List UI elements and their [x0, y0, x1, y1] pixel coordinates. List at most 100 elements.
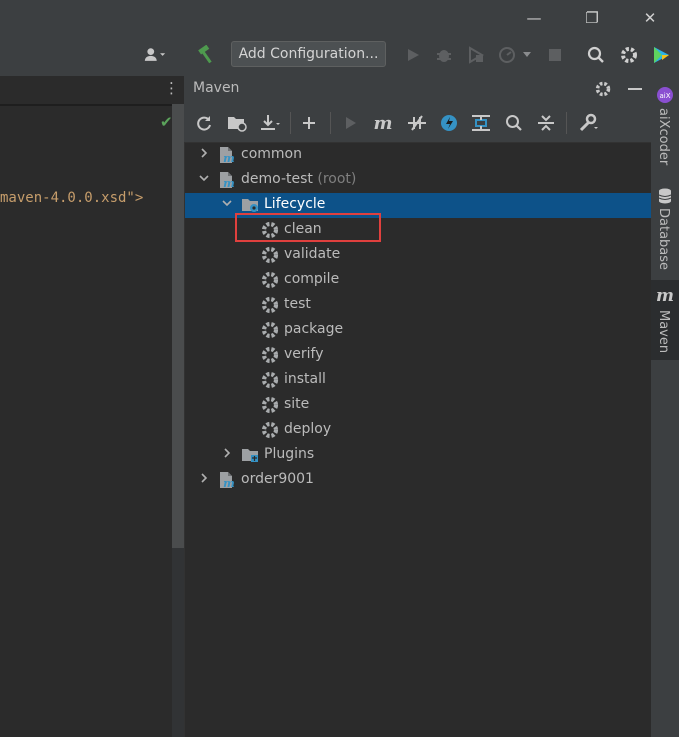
- goal-gear-icon: [261, 421, 279, 439]
- profile-icon[interactable]: [497, 44, 519, 66]
- stop-icon[interactable]: [544, 44, 566, 66]
- aixcoder-icon: aiX: [657, 87, 673, 103]
- tree-item-name: validate: [284, 246, 341, 262]
- maven-panel-title: Maven: [193, 80, 240, 96]
- maven-tab-icon[interactable]: m: [656, 286, 674, 306]
- svg-text:m: m: [223, 152, 235, 164]
- lifecycle-goal-row[interactable]: test: [185, 293, 651, 318]
- editor-scrollbar-track[interactable]: [172, 548, 184, 737]
- tree-item-name: deploy: [284, 421, 332, 437]
- maven-tab-label[interactable]: Maven: [656, 310, 671, 353]
- aixcoder-tab-label[interactable]: aiXcoder: [656, 108, 671, 165]
- lifecycle-goal-row[interactable]: site: [185, 393, 651, 418]
- run-maven-build-icon[interactable]: [340, 112, 362, 134]
- tree-item-label: compile: [284, 271, 339, 287]
- right-tool-window-bar: [651, 76, 679, 737]
- find-icon[interactable]: [503, 112, 525, 134]
- tree-item-label: test: [284, 296, 311, 312]
- tree-item-label: install: [284, 371, 326, 387]
- download-sources-icon[interactable]: [259, 112, 281, 134]
- tree-item-name: verify: [284, 346, 324, 362]
- plugins-folder-icon: [241, 446, 259, 464]
- editor-scrollbar-thumb[interactable]: [172, 104, 184, 548]
- maven-module-row[interactable]: m order9001: [185, 468, 651, 493]
- lifecycle-goal-row[interactable]: compile: [185, 268, 651, 293]
- maven-module-icon: m: [218, 146, 236, 165]
- chevron-down-icon[interactable]: [220, 197, 234, 213]
- add-configuration-button[interactable]: Add Configuration...: [231, 41, 386, 67]
- editor-area[interactable]: [0, 76, 172, 737]
- user-icon[interactable]: [144, 44, 166, 66]
- tree-item-name: package: [284, 321, 344, 337]
- tree-folder-row[interactable]: Plugins: [185, 443, 651, 468]
- title-bar: — ❐ ✕: [0, 0, 679, 36]
- tree-item-name: common: [241, 146, 302, 162]
- lifecycle-goal-row[interactable]: package: [185, 318, 651, 343]
- toolbar-separator: [566, 112, 567, 134]
- toolbar-separator: [290, 112, 291, 134]
- tree-item-name: compile: [284, 271, 340, 287]
- no-problems-check-icon: ✔: [160, 113, 173, 131]
- debug-icon[interactable]: [433, 44, 455, 66]
- chevron-right-icon[interactable]: [197, 147, 211, 163]
- tree-item-name: order9001: [241, 471, 314, 487]
- tree-item-label: deploy: [284, 421, 331, 437]
- svg-text:m: m: [223, 477, 235, 489]
- tree-item-name: install: [284, 371, 326, 387]
- maven-module-icon: m: [218, 171, 236, 190]
- maven-panel-header: [184, 76, 651, 104]
- tree-item-name: site: [284, 396, 310, 412]
- coverage-icon[interactable]: [465, 44, 487, 66]
- search-icon[interactable]: [585, 44, 607, 66]
- database-tab-label[interactable]: Database: [656, 208, 671, 270]
- editor-divider: [0, 104, 172, 106]
- tree-item-label: Lifecycle: [264, 196, 325, 212]
- maven-module-row[interactable]: m demo-test (root): [185, 168, 651, 193]
- tree-item-label: site: [284, 396, 309, 412]
- lifecycle-goal-row[interactable]: verify: [185, 343, 651, 368]
- settings-gear-icon[interactable]: [618, 44, 640, 66]
- lifecycle-goal-row[interactable]: install: [185, 368, 651, 393]
- reload-icon[interactable]: [193, 112, 215, 134]
- more-run-chevron-icon[interactable]: [520, 44, 534, 66]
- chevron-down-icon[interactable]: [197, 172, 211, 188]
- maven-module-row[interactable]: m common: [185, 143, 651, 168]
- lifecycle-goal-row[interactable]: validate: [185, 243, 651, 268]
- lifecycle-goal-row[interactable]: deploy: [185, 418, 651, 443]
- chevron-right-icon[interactable]: [220, 447, 234, 463]
- goal-gear-icon: [261, 321, 279, 339]
- more-options-icon[interactable]: ⋮: [164, 80, 179, 96]
- tree-item-name: Plugins: [264, 446, 315, 462]
- run-icon[interactable]: [402, 44, 424, 66]
- goal-gear-icon: [261, 271, 279, 289]
- maven-settings-wrench-icon[interactable]: [578, 112, 600, 134]
- svg-text:aiX: aiX: [659, 92, 670, 100]
- hide-panel-icon[interactable]: [624, 78, 646, 100]
- panel-settings-gear-icon[interactable]: [592, 78, 614, 100]
- build-hammer-icon[interactable]: [196, 44, 218, 66]
- collapse-all-icon[interactable]: [535, 112, 557, 134]
- tree-item-label: package: [284, 321, 343, 337]
- execute-maven-goal-icon[interactable]: m: [372, 112, 394, 134]
- plugin-logo-icon[interactable]: [650, 44, 672, 66]
- tree-item-label: common: [241, 146, 302, 162]
- code-line[interactable]: maven-4.0.0.xsd">: [0, 190, 143, 206]
- restore-icon[interactable]: ❐: [582, 8, 602, 28]
- chevron-right-icon[interactable]: [197, 472, 211, 488]
- goal-gear-icon: [261, 371, 279, 389]
- skip-tests-icon[interactable]: [438, 112, 460, 134]
- toolbar-separator: [330, 112, 331, 134]
- tree-item-label: validate: [284, 246, 340, 262]
- minimize-icon[interactable]: —: [524, 8, 544, 28]
- tree-item-label: verify: [284, 346, 324, 362]
- svg-text:m: m: [223, 177, 235, 189]
- lifecycle-folder-icon: [241, 196, 259, 214]
- add-maven-project-icon[interactable]: [298, 112, 320, 134]
- close-icon[interactable]: ✕: [640, 8, 660, 28]
- show-dependencies-icon[interactable]: [470, 112, 492, 134]
- database-icon: [658, 188, 672, 204]
- generate-sources-folder-icon[interactable]: [226, 112, 248, 134]
- toggle-offline-mode-icon[interactable]: [406, 112, 428, 134]
- goal-gear-icon: [261, 396, 279, 414]
- tree-item-name: Lifecycle: [264, 196, 326, 212]
